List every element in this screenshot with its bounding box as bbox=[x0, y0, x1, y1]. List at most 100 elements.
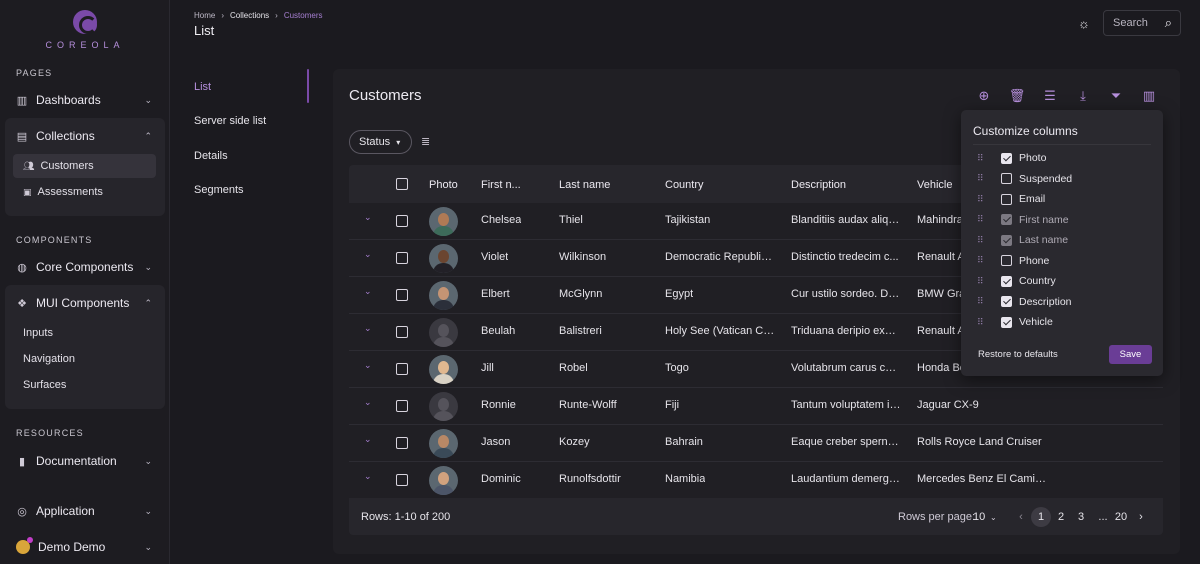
expand-row-chevron-icon[interactable]: ⌄ bbox=[364, 286, 372, 297]
user-menu[interactable]: Demo Demo ⌄ bbox=[6, 532, 164, 562]
row-checkbox[interactable] bbox=[396, 252, 408, 264]
select-all-checkbox[interactable] bbox=[396, 178, 408, 190]
theme-toggle-sun-icon[interactable]: ☼ bbox=[1075, 15, 1093, 33]
drag-handle-icon[interactable]: ⠿ bbox=[977, 255, 985, 266]
rows-per-page-select[interactable]: 10 bbox=[973, 511, 985, 523]
breadcrumb-collections[interactable]: Collections bbox=[230, 11, 269, 20]
page-3[interactable]: 3 bbox=[1071, 507, 1091, 527]
expand-row-chevron-icon[interactable]: ⌄ bbox=[364, 397, 372, 408]
column-checkbox[interactable] bbox=[1001, 193, 1012, 205]
column-option[interactable]: ⠿ Phone bbox=[977, 253, 1049, 269]
sidebar-item-label: MUI Components bbox=[36, 296, 130, 310]
drag-handle-icon[interactable]: ⠿ bbox=[977, 214, 985, 225]
last-name-cell: Runolfsdottir bbox=[559, 473, 621, 485]
column-checkbox[interactable] bbox=[1001, 316, 1012, 328]
restore-defaults-button[interactable]: Restore to defaults bbox=[978, 349, 1058, 360]
sidebar-item-documentation[interactable]: ▮ Documentation ⌄ bbox=[6, 446, 164, 476]
page-1[interactable]: 1 bbox=[1031, 507, 1051, 527]
drag-handle-icon[interactable]: ⠿ bbox=[977, 296, 985, 307]
column-header-last-name[interactable]: Last name bbox=[559, 179, 610, 191]
column-header-description[interactable]: Description bbox=[791, 179, 846, 191]
column-option[interactable]: ⠿ Country bbox=[977, 273, 1056, 289]
status-filter-button[interactable]: Status ▾ bbox=[349, 130, 412, 154]
sidebar-item-application[interactable]: ◎ Application ⌄ bbox=[6, 496, 164, 526]
next-page-icon[interactable]: › bbox=[1131, 507, 1151, 527]
search-button[interactable]: Search ⌕ bbox=[1103, 10, 1181, 36]
subnav-server-side-list[interactable]: Server side list bbox=[194, 115, 266, 127]
expand-row-chevron-icon[interactable]: ⌄ bbox=[364, 323, 372, 334]
expand-row-chevron-icon[interactable]: ⌄ bbox=[364, 471, 372, 482]
save-button[interactable]: Save bbox=[1109, 345, 1152, 364]
sidebar-item-assessments[interactable]: ▣ Assessments bbox=[13, 180, 156, 204]
drag-handle-icon[interactable]: ⠿ bbox=[977, 194, 985, 205]
page-20[interactable]: 20 bbox=[1111, 507, 1131, 527]
column-header-vehicle[interactable]: Vehicle bbox=[917, 179, 952, 191]
column-header-first-name[interactable]: First n... bbox=[481, 179, 541, 191]
prev-page-icon[interactable]: ‹ bbox=[1011, 507, 1031, 527]
column-checkbox[interactable] bbox=[1001, 296, 1012, 307]
sidebar-item-collections[interactable]: ▤ Collections ⌃ bbox=[6, 121, 164, 151]
page-2[interactable]: 2 bbox=[1051, 507, 1071, 527]
subnav-list[interactable]: List bbox=[194, 81, 211, 93]
column-option[interactable]: ⠿ Vehicle bbox=[977, 314, 1053, 330]
subnav-segments[interactable]: Segments bbox=[194, 184, 244, 196]
subnav-details[interactable]: Details bbox=[194, 150, 228, 162]
row-checkbox[interactable] bbox=[396, 289, 408, 301]
column-option-label: Photo bbox=[1019, 152, 1047, 164]
row-checkbox[interactable] bbox=[396, 215, 408, 227]
drag-handle-icon[interactable]: ⠿ bbox=[977, 317, 985, 328]
drag-handle-icon[interactable]: ⠿ bbox=[977, 173, 985, 184]
expand-row-chevron-icon[interactable]: ⌄ bbox=[364, 249, 372, 260]
column-header-photo[interactable]: Photo bbox=[429, 179, 458, 191]
delete-icon[interactable]: 🗑︎ bbox=[1008, 87, 1026, 105]
column-checkbox[interactable] bbox=[1001, 255, 1012, 266]
expand-row-chevron-icon[interactable]: ⌄ bbox=[364, 360, 372, 371]
search-list-icon[interactable]: ☰ bbox=[1041, 87, 1059, 105]
column-option[interactable]: ⠿ Description bbox=[977, 294, 1072, 310]
page-ellipsis: ... bbox=[1098, 511, 1108, 523]
drag-handle-icon[interactable]: ⠿ bbox=[977, 153, 985, 164]
chevron-up-icon: ⌃ bbox=[144, 297, 152, 308]
row-checkbox[interactable] bbox=[396, 437, 408, 449]
drag-handle-icon[interactable]: ⠿ bbox=[977, 276, 985, 287]
column-checkbox[interactable] bbox=[1001, 275, 1012, 287]
row-checkbox[interactable] bbox=[396, 363, 408, 375]
column-option[interactable]: ⠿ Last name bbox=[977, 232, 1068, 248]
row-checkbox[interactable] bbox=[396, 326, 408, 338]
row-checkbox[interactable] bbox=[396, 400, 408, 412]
country-cell: Democratic Republic ... bbox=[665, 251, 775, 263]
column-checkbox[interactable] bbox=[1001, 173, 1012, 184]
avatar-body bbox=[433, 411, 454, 421]
density-icon[interactable]: ≣ bbox=[421, 135, 435, 149]
section-label-pages: PAGES bbox=[16, 68, 53, 78]
expand-row-chevron-icon[interactable]: ⌄ bbox=[364, 434, 372, 445]
sidebar-item-customers[interactable]: 👥︎ Customers bbox=[13, 154, 156, 178]
table-row[interactable] bbox=[349, 388, 1163, 425]
column-header-country[interactable]: Country bbox=[665, 179, 704, 191]
sidebar-item-navigation[interactable]: Navigation bbox=[13, 347, 156, 371]
sidebar-item-dashboards[interactable]: ▥ Dashboards ⌄ bbox=[6, 85, 164, 115]
row-checkbox[interactable] bbox=[396, 474, 408, 486]
column-option[interactable]: ⠿ Suspended bbox=[977, 171, 1072, 187]
brand-logo[interactable]: COREOLA bbox=[0, 10, 170, 50]
column-option[interactable]: ⠿ Email bbox=[977, 191, 1045, 207]
breadcrumb-home[interactable]: Home bbox=[194, 11, 215, 20]
column-checkbox[interactable] bbox=[1001, 152, 1012, 164]
last-name-cell: Thiel bbox=[559, 214, 583, 226]
sidebar-item-core-components[interactable]: ◍ Core Components ⌄ bbox=[6, 252, 164, 282]
download-icon[interactable]: ⤓ bbox=[1074, 87, 1092, 105]
sidebar-item-mui-components[interactable]: ❖ MUI Components ⌃ bbox=[6, 288, 164, 318]
drag-handle-icon[interactable]: ⠿ bbox=[977, 235, 985, 246]
columns-icon[interactable]: ▥ bbox=[1140, 87, 1158, 105]
column-option[interactable]: ⠿ First name bbox=[977, 212, 1069, 228]
filter-icon[interactable]: ⏷ bbox=[1107, 87, 1125, 105]
column-option[interactable]: ⠿ Photo bbox=[977, 150, 1046, 166]
chevron-down-icon: ⌄ bbox=[144, 261, 152, 272]
sidebar-item-inputs[interactable]: Inputs bbox=[13, 321, 156, 345]
country-cell: Tajikistan bbox=[665, 214, 711, 226]
sidebar-item-surfaces[interactable]: Surfaces bbox=[13, 373, 156, 397]
expand-row-chevron-icon[interactable]: ⌄ bbox=[364, 212, 372, 223]
customer-photo bbox=[429, 355, 458, 384]
add-user-icon[interactable]: ⊕ bbox=[975, 87, 993, 105]
last-name-cell: McGlynn bbox=[559, 288, 603, 300]
